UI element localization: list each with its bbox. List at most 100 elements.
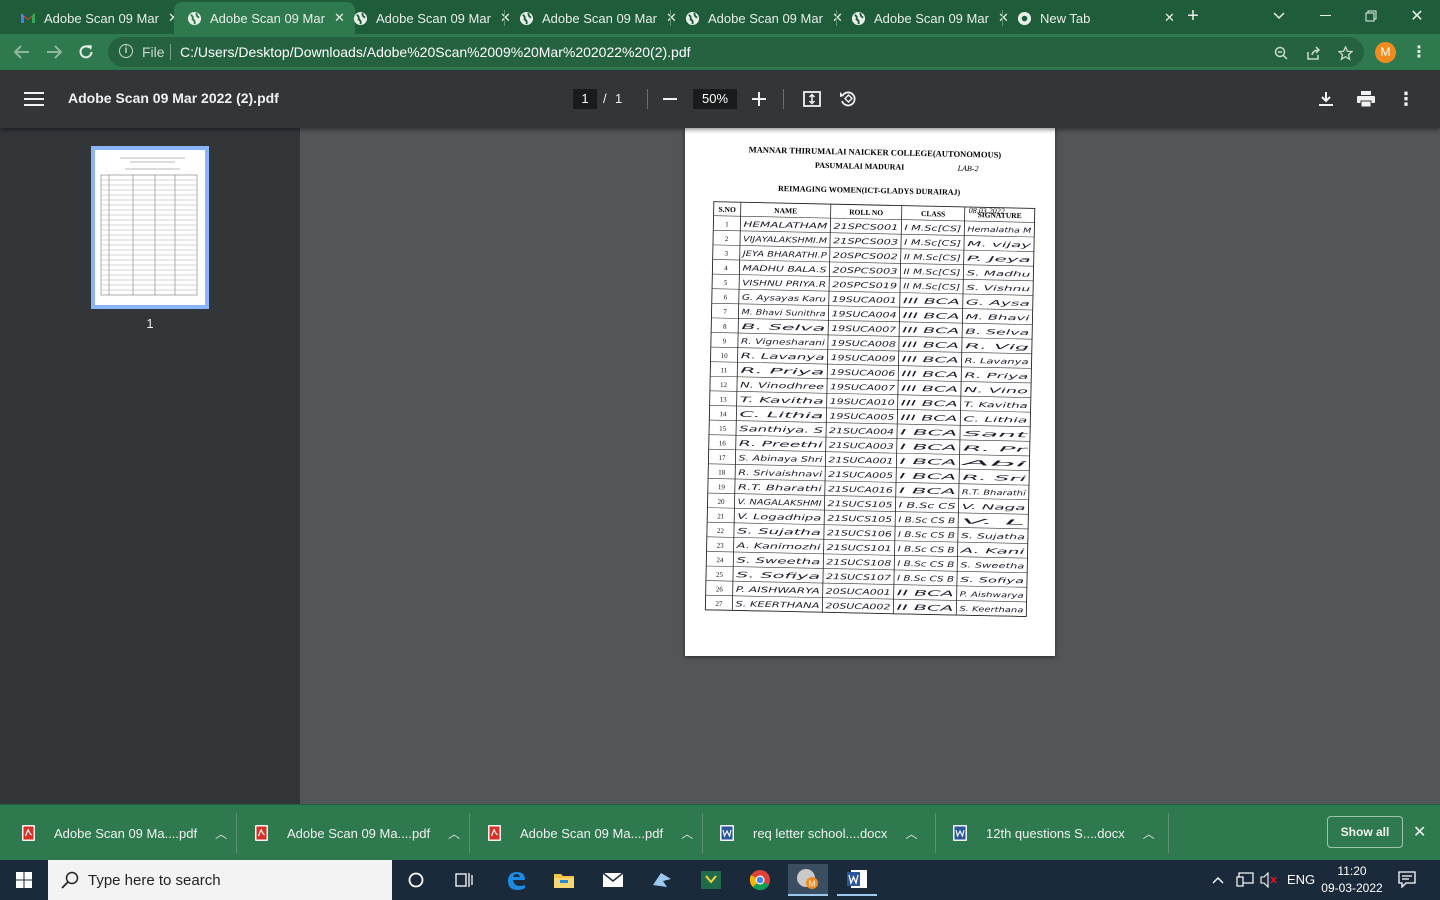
app-arrow-icon[interactable] xyxy=(642,864,682,896)
table-sno-cell: 15 xyxy=(719,425,727,433)
chevron-up-icon[interactable]: ︿ xyxy=(215,825,227,842)
zoom-out-icon[interactable] xyxy=(658,87,682,111)
back-button[interactable] xyxy=(8,38,36,66)
share-icon[interactable] xyxy=(1304,44,1322,62)
download-icon[interactable] xyxy=(1314,87,1338,111)
network-icon[interactable] xyxy=(1236,872,1254,891)
zoom-icon[interactable] xyxy=(1272,44,1290,62)
word-file-icon xyxy=(952,824,968,842)
fit-to-page-icon[interactable] xyxy=(800,87,824,111)
chevron-up-icon[interactable]: ︿ xyxy=(681,825,693,842)
table-cell: 21SUCS101 xyxy=(827,543,892,553)
clock-date: 09-03-2022 xyxy=(1321,881,1383,895)
tab-6[interactable]: Adobe Scan 09 Mar 2022 (2).pdf ✕ xyxy=(838,2,1019,34)
chrome-icon xyxy=(1016,10,1032,26)
forward-button[interactable] xyxy=(40,38,68,66)
show-all-button[interactable]: Show all xyxy=(1327,816,1403,848)
page-number-input[interactable]: 1 xyxy=(573,89,597,109)
tab-4[interactable]: Adobe Scan 09 Mar 2022 (2).pdf ✕ xyxy=(506,2,687,34)
signature-cell: S. Vishnu xyxy=(966,284,1031,293)
restore-button[interactable] xyxy=(1348,0,1394,32)
tab-5[interactable]: Adobe Scan 09 Mar 2022 (2).pdf ✕ xyxy=(672,2,853,34)
table-cell: 21SUCS105 xyxy=(827,514,892,524)
download-item[interactable]: req letter school....docx ︿ xyxy=(719,805,917,861)
table-cell: 20SPCS019 xyxy=(832,280,897,290)
tab-title: Adobe Scan 09 Mar 2022 (2).pdf xyxy=(210,10,328,26)
table-sno-cell: 27 xyxy=(715,600,723,608)
signature-cell: B. Selva xyxy=(965,328,1029,337)
volume-muted-icon[interactable] xyxy=(1260,871,1278,891)
taskbar-search[interactable]: Type here to search xyxy=(48,860,392,900)
reload-button[interactable] xyxy=(72,38,100,66)
table-sno-cell: 6 xyxy=(724,293,728,301)
file-explorer-icon[interactable] xyxy=(544,864,584,896)
zoom-level-input[interactable]: 50% xyxy=(693,89,737,109)
table-cell: I B.Sc CS B xyxy=(898,544,955,554)
table-sno-cell: 3 xyxy=(724,250,728,258)
tab-1[interactable]: Adobe Scan 09 Mar 2022 (2).pdf ✕ xyxy=(8,2,189,34)
print-icon[interactable] xyxy=(1354,87,1378,111)
pdf-toolbar: Adobe Scan 09 Mar 2022 (2).pdf 1 / 1 50%… xyxy=(0,70,1440,128)
tab-search-chevron-icon[interactable] xyxy=(1256,0,1302,32)
close-downloads-icon[interactable]: ✕ xyxy=(1413,822,1426,842)
table-sno-cell: 5 xyxy=(724,279,728,287)
tab-new-tab[interactable]: New Tab ✕ xyxy=(1004,2,1185,34)
pdf-more-icon[interactable]: ⋮ xyxy=(1394,87,1418,111)
tab-divider xyxy=(1002,10,1003,26)
clock[interactable]: 11:20 09-03-2022 xyxy=(1320,863,1384,897)
chevron-up-icon[interactable]: ︿ xyxy=(905,825,917,842)
url-text[interactable]: C:/Users/Desktop/Downloads/Adobe%20Scan%… xyxy=(180,44,691,60)
zoom-in-icon[interactable] xyxy=(747,87,771,111)
menu-icon[interactable] xyxy=(22,88,46,110)
table-cell: 21SUCA016 xyxy=(828,484,893,494)
table-cell: MADHU BALA.S xyxy=(742,264,826,275)
tab-3[interactable]: Adobe Scan 09 Mar 2022 (2).pdf ✕ xyxy=(340,2,521,34)
download-filename: req letter school....docx xyxy=(753,825,888,841)
table-cell: I M.Sc[CS] xyxy=(904,238,961,248)
language-indicator[interactable]: ENG xyxy=(1287,872,1315,887)
browser-menu-icon[interactable]: ⋮ xyxy=(1410,42,1428,62)
signature-cell: Abi xyxy=(957,459,1027,468)
rotate-icon[interactable] xyxy=(836,87,860,111)
table-sno-cell: 19 xyxy=(718,483,726,491)
new-tab-button[interactable]: + xyxy=(1170,0,1216,32)
minimize-button[interactable] xyxy=(1302,0,1348,32)
chrome-icon[interactable] xyxy=(740,864,780,896)
tray-chevron-up-icon[interactable] xyxy=(1212,872,1224,887)
pdf-file-icon xyxy=(253,824,269,842)
cortana-icon[interactable] xyxy=(396,864,436,896)
green-app-icon[interactable] xyxy=(691,864,731,896)
chevron-up-icon[interactable]: ︿ xyxy=(1143,825,1155,842)
profile-avatar[interactable]: M xyxy=(1375,42,1396,63)
table-cell: S. Sujatha xyxy=(737,526,822,537)
chevron-up-icon[interactable]: ︿ xyxy=(448,825,460,842)
table-sno-cell: 22 xyxy=(717,527,725,535)
edge-icon[interactable] xyxy=(496,864,536,896)
download-item[interactable]: Adobe Scan 09 Ma....pdf ︿ xyxy=(253,805,460,861)
attendance-table: S.NO NAME ROLL NO CLASS SIGNATURE 1 HEMALATHAM… xyxy=(704,201,1036,617)
page-thumbnail[interactable] xyxy=(91,146,209,309)
window-close-button[interactable]: ✕ xyxy=(1394,0,1440,32)
mail-icon[interactable] xyxy=(593,864,633,896)
table-cell: R. Srivaishnavi xyxy=(738,468,823,479)
info-icon[interactable]: i xyxy=(119,44,133,58)
bookmark-star-icon[interactable] xyxy=(1336,44,1354,62)
chrome-profile-icon[interactable]: M xyxy=(788,864,828,896)
table-cell: I B.Sc CS B xyxy=(897,574,954,584)
download-item[interactable]: Adobe Scan 09 Ma....pdf ︿ xyxy=(486,805,693,861)
notifications-icon[interactable] xyxy=(1398,870,1416,891)
table-cell: S. Abinaya Shri xyxy=(738,453,823,464)
download-filename: Adobe Scan 09 Ma....pdf xyxy=(287,825,431,841)
start-button[interactable] xyxy=(0,860,48,900)
address-bar[interactable]: i File C:/Users/Desktop/Downloads/Adobe%… xyxy=(108,37,1364,67)
download-item[interactable]: 12th questions S....docx ︿ xyxy=(952,805,1155,861)
table-sno-cell: 20 xyxy=(718,498,726,506)
word-icon[interactable] xyxy=(837,864,877,896)
table-sno-cell: 12 xyxy=(720,381,728,389)
download-item[interactable]: Adobe Scan 09 Ma....pdf ︿ xyxy=(20,805,227,861)
tab-2[interactable]: Adobe Scan 09 Mar 2022 (2).pdf ✕ xyxy=(174,2,355,34)
signature-cell: S. Sujatha xyxy=(961,532,1025,541)
task-view-icon[interactable] xyxy=(444,864,484,896)
download-filename: Adobe Scan 09 Ma....pdf xyxy=(520,825,664,841)
table-cell: 19SUCA005 xyxy=(829,411,894,421)
